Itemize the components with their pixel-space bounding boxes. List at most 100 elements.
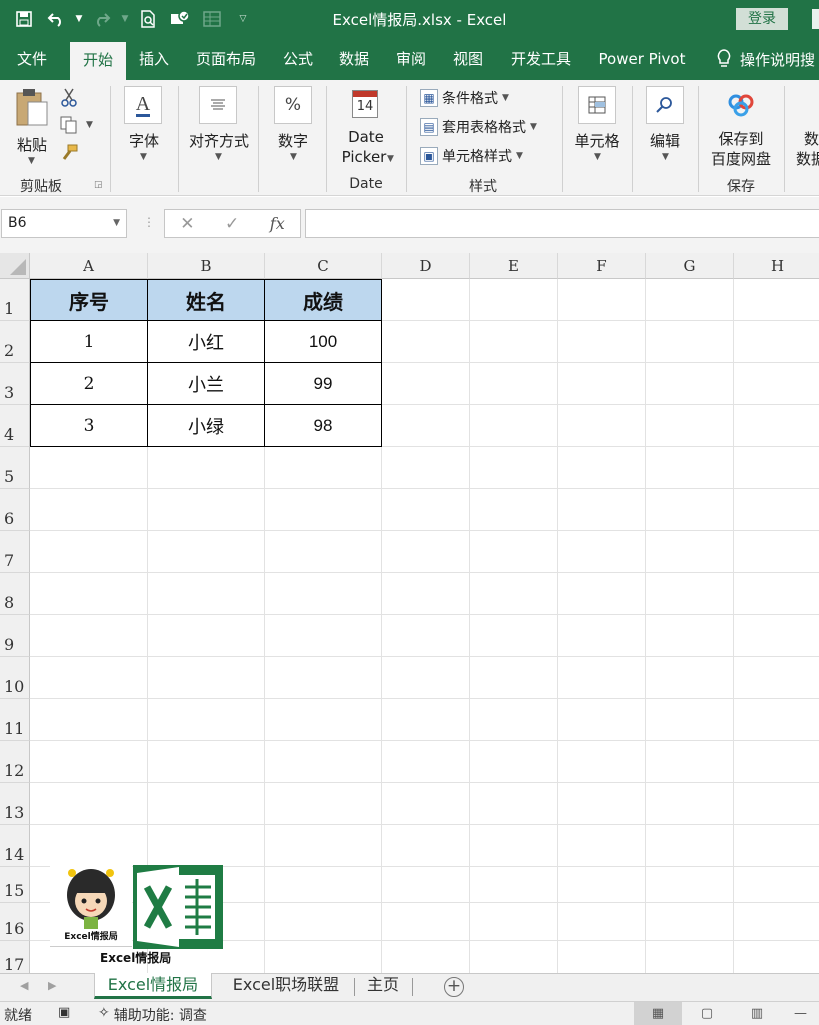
save-to-baidu-button[interactable]: 保存到 百度网盘 — [704, 86, 778, 170]
row-header[interactable]: 17 — [0, 941, 30, 973]
row-header[interactable]: 8 — [0, 573, 30, 615]
table-header-cell[interactable]: 姓名 — [148, 280, 264, 320]
row-header[interactable]: 5 — [0, 447, 30, 489]
table-cell[interactable]: 100 — [265, 321, 381, 362]
gridline — [30, 740, 819, 741]
normal-view-button[interactable]: ▦ — [634, 1002, 682, 1025]
more-label-2[interactable]: 数据 — [796, 148, 819, 169]
column-header-g[interactable]: G — [646, 253, 734, 279]
page-break-view-button[interactable]: ▥ — [733, 1002, 781, 1025]
tab-view[interactable]: 视图 — [448, 38, 488, 80]
add-sheet-button[interactable]: + — [444, 977, 464, 997]
row-header[interactable]: 3 — [0, 363, 30, 405]
chevron-down-icon[interactable]: ▼ — [113, 210, 120, 237]
tab-separator — [354, 978, 355, 996]
cut-icon[interactable] — [60, 88, 80, 108]
copy-icon[interactable]: ▼ — [60, 116, 96, 136]
cell-style-button[interactable]: ▣ 单元格样式 ▼ — [420, 146, 523, 166]
row-header[interactable]: 13 — [0, 783, 30, 825]
sheet-tab-excel-info[interactable]: Excel情报局 — [94, 973, 212, 999]
group-separator — [784, 86, 785, 192]
table-cell[interactable]: 98 — [265, 405, 381, 446]
worksheet-grid[interactable]: A B C D E F G H 1 2 3 4 5 6 7 8 9 10 11 … — [0, 253, 819, 973]
tell-me-search[interactable]: 操作说明搜 — [716, 38, 815, 80]
cell-style-label: 单元格样式 — [442, 149, 512, 165]
baidu-pan-label: 百度网盘 — [710, 150, 771, 168]
sheet-tab-workplace[interactable]: Excel职场联盟 — [222, 973, 350, 999]
editing-button[interactable]: 编辑 ▼ — [638, 84, 692, 174]
tab-data[interactable]: 数据 — [334, 38, 374, 80]
number-dropdown-icon: ▼ — [290, 152, 297, 162]
tab-page-layout[interactable]: 页面布局 — [190, 38, 262, 80]
select-all-button[interactable] — [0, 253, 30, 279]
row-header[interactable]: 2 — [0, 321, 30, 363]
tab-review[interactable]: 审阅 — [391, 38, 431, 80]
font-button[interactable]: A 字体 ▼ — [118, 84, 170, 174]
row-header[interactable]: 14 — [0, 825, 30, 867]
conditional-format-button[interactable]: ▦ 条件格式 ▼ — [420, 88, 509, 108]
conditional-format-icon: ▦ — [420, 89, 438, 107]
tab-formulas[interactable]: 公式 — [278, 38, 318, 80]
tab-home[interactable]: 开始 — [70, 38, 126, 80]
date-picker-button[interactable]: 14 Date Picker ▼ — [334, 86, 398, 170]
more-label-1[interactable]: 数 — [804, 128, 819, 149]
row-header[interactable]: 4 — [0, 405, 30, 447]
row-header[interactable]: 1 — [0, 279, 30, 321]
table-cell[interactable]: 小兰 — [148, 363, 264, 404]
dialog-launcher-icon[interactable]: ◲ — [94, 180, 103, 190]
cells-icon — [578, 86, 616, 124]
paste-button[interactable]: 粘贴 ▼ — [8, 88, 56, 172]
row-header[interactable]: 15 — [0, 867, 30, 903]
cells-button[interactable]: 单元格 ▼ — [568, 84, 626, 174]
formula-buttons: ✕ ✓ fx — [164, 209, 301, 238]
sheet-tab-home[interactable]: 主页 — [358, 973, 408, 999]
formula-input[interactable] — [305, 209, 819, 238]
tab-insert[interactable]: 插入 — [134, 38, 174, 80]
gridline — [381, 279, 382, 973]
font-icon: A — [124, 86, 162, 124]
row-header[interactable]: 11 — [0, 699, 30, 741]
column-header-h[interactable]: H — [734, 253, 819, 279]
table-cell[interactable]: 小绿 — [148, 405, 264, 446]
column-header-a[interactable]: A — [30, 253, 148, 279]
format-painter-icon[interactable] — [60, 144, 80, 164]
table-cell[interactable]: 99 — [265, 363, 381, 404]
table-cell[interactable]: 2 — [31, 363, 147, 404]
enter-icon[interactable]: ✓ — [225, 214, 239, 234]
tab-developer[interactable]: 开发工具 — [505, 38, 577, 80]
table-header-cell[interactable]: 成绩 — [265, 280, 381, 320]
cancel-icon[interactable]: ✕ — [180, 214, 194, 234]
row-header[interactable]: 12 — [0, 741, 30, 783]
column-header-e[interactable]: E — [470, 253, 558, 279]
table-format-button[interactable]: ▤ 套用表格格式 ▼ — [420, 117, 537, 137]
alignment-button[interactable]: 对齐方式 ▼ — [184, 84, 254, 174]
table-cell[interactable]: 1 — [31, 321, 147, 362]
insert-function-icon[interactable]: fx — [270, 214, 285, 233]
table-cell[interactable]: 小红 — [148, 321, 264, 362]
column-header-d[interactable]: D — [382, 253, 470, 279]
ribbon-display-icon[interactable] — [812, 9, 819, 29]
accessibility-status[interactable]: ✧ 辅助功能: 调查 — [98, 1005, 207, 1025]
group-separator — [110, 86, 111, 192]
row-header[interactable]: 10 — [0, 657, 30, 699]
macro-record-icon[interactable]: ▣ — [58, 1005, 70, 1020]
row-header[interactable]: 7 — [0, 531, 30, 573]
scroll-right-icon[interactable]: ▶ — [48, 979, 56, 992]
table-cell[interactable]: 3 — [31, 405, 147, 446]
number-button[interactable]: % 数字 ▼ — [266, 84, 320, 174]
zoom-out-button[interactable]: — — [782, 1002, 819, 1025]
login-button[interactable]: 登录 — [736, 8, 788, 30]
name-box[interactable]: B6 ▼ — [1, 209, 127, 238]
column-header-c[interactable]: C — [265, 253, 382, 279]
column-header-b[interactable]: B — [148, 253, 265, 279]
row-header[interactable]: 16 — [0, 903, 30, 941]
scroll-left-icon[interactable]: ◀ — [20, 979, 28, 992]
table-header-cell[interactable]: 序号 — [31, 280, 147, 320]
splitter-handle[interactable]: ⋮ — [143, 215, 155, 229]
tab-power-pivot[interactable]: Power Pivot — [593, 38, 691, 80]
row-header[interactable]: 6 — [0, 489, 30, 531]
column-header-f[interactable]: F — [558, 253, 646, 279]
page-layout-view-button[interactable]: ▢ — [683, 1002, 731, 1025]
row-header[interactable]: 9 — [0, 615, 30, 657]
tab-file[interactable]: 文件 — [8, 38, 56, 80]
